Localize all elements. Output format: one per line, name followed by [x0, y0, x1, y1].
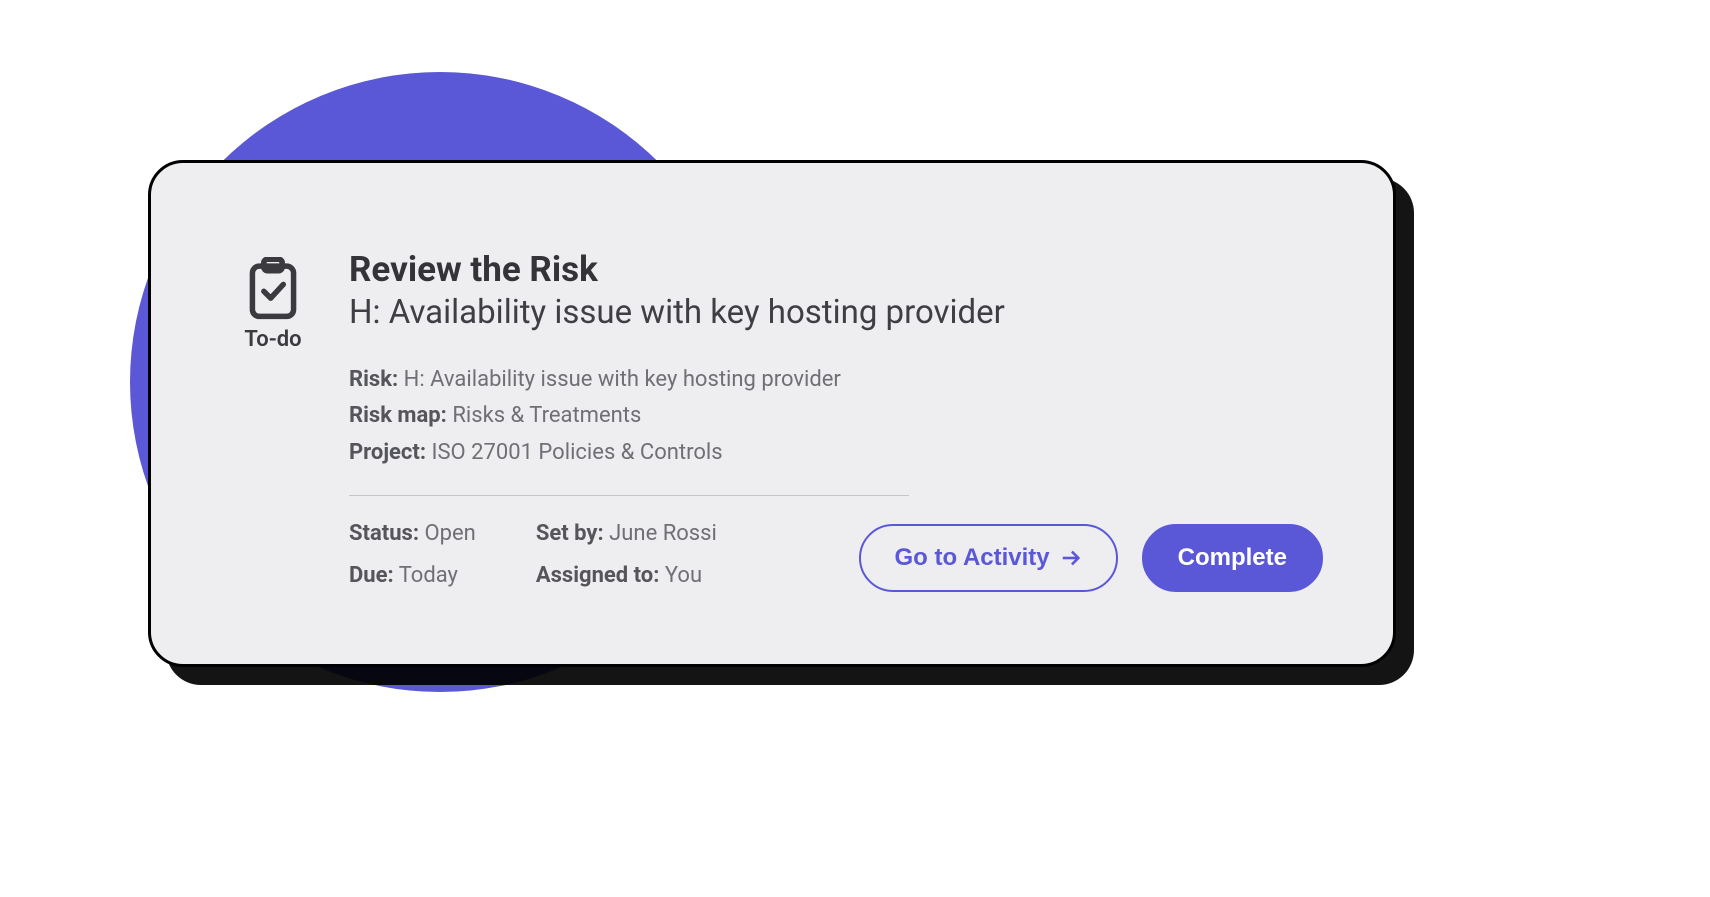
set-by-row: Set by: June Rossi — [536, 516, 717, 552]
card-title: Review the Risk — [349, 249, 1323, 291]
meta-risk-map: Risk map: Risks & Treatments — [349, 398, 1323, 434]
due-row: Due: Today — [349, 558, 476, 594]
complete-label: Complete — [1178, 544, 1287, 572]
actions: Go to Activity Complete — [859, 524, 1323, 592]
assigned-row: Assigned to: You — [536, 558, 717, 594]
set-by-value: June Rossi — [609, 521, 717, 546]
status-grid: Status: Open Due: Today Set by: June — [349, 516, 717, 595]
todo-label: To-do — [244, 327, 301, 352]
meta-risk: Risk: H: Availability issue with key hos… — [349, 362, 1323, 398]
due-value: Today — [399, 563, 458, 588]
meta-risk-map-value: Risks & Treatments — [452, 403, 641, 428]
meta-project-label: Project: — [349, 440, 426, 465]
meta-project-value: ISO 27001 Policies & Controls — [432, 440, 723, 465]
assigned-value: You — [665, 563, 702, 588]
status-value: Open — [425, 521, 476, 546]
card-content: Review the Risk H: Availability issue wi… — [349, 249, 1323, 594]
go-to-activity-button[interactable]: Go to Activity — [859, 524, 1118, 592]
meta-block: Risk: H: Availability issue with key hos… — [349, 362, 1323, 471]
status-col-left: Status: Open Due: Today — [349, 516, 476, 595]
complete-button[interactable]: Complete — [1142, 524, 1323, 592]
status-row: Status: Open — [349, 516, 476, 552]
arrow-right-icon — [1060, 547, 1082, 569]
clipboard-check-icon — [245, 257, 301, 321]
meta-project: Project: ISO 27001 Policies & Controls — [349, 435, 1323, 471]
status-col-right: Set by: June Rossi Assigned to: You — [536, 516, 717, 595]
meta-risk-map-label: Risk map: — [349, 403, 447, 428]
divider — [349, 495, 909, 496]
lower-row: Status: Open Due: Today Set by: June — [349, 516, 1323, 595]
status-label: Status: — [349, 521, 419, 546]
due-label: Due: — [349, 563, 394, 588]
go-to-activity-label: Go to Activity — [895, 544, 1050, 572]
todo-card: To-do Review the Risk H: Availability is… — [148, 160, 1396, 667]
set-by-label: Set by: — [536, 521, 604, 546]
todo-indicator: To-do — [239, 249, 307, 594]
card-subtitle: H: Availability issue with key hosting p… — [349, 293, 1323, 332]
meta-risk-value: H: Availability issue with key hosting p… — [404, 367, 841, 392]
assigned-label: Assigned to: — [536, 563, 660, 588]
meta-risk-label: Risk: — [349, 367, 398, 392]
